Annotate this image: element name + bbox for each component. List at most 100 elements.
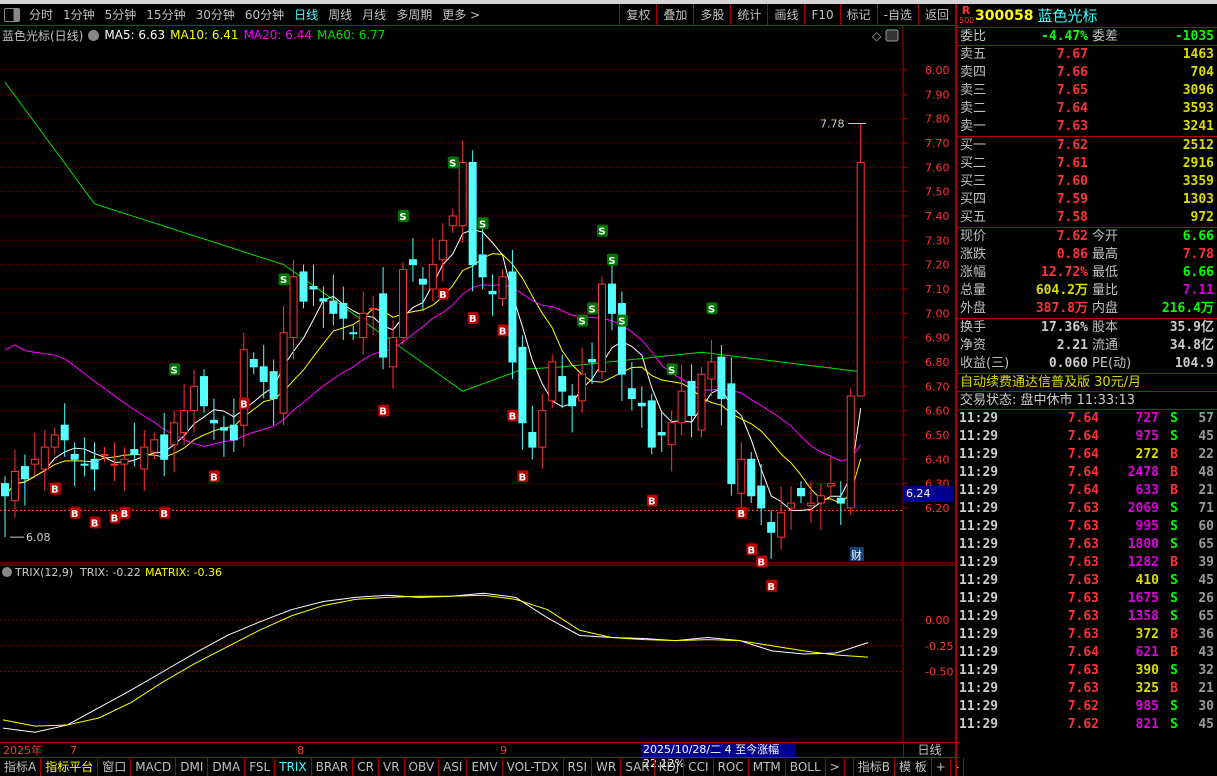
candle-body: [826, 483, 835, 487]
trade-row: 11:29 7.63 1800 S 65: [957, 536, 1217, 554]
diamond-icon: ◇: [872, 29, 882, 43]
candle-body: [568, 395, 577, 407]
indicator-tab[interactable]: RSI: [564, 758, 593, 776]
trade-row: 11:29 7.64 621 B 43: [957, 644, 1217, 662]
order-price: 7.66: [1056, 65, 1088, 80]
order-row: 买四 7.59 1303: [957, 191, 1217, 209]
signal-letter: B: [379, 407, 387, 418]
trade-count: 60: [1198, 519, 1214, 534]
indicator-tab[interactable]: WR: [592, 758, 622, 776]
period-tab[interactable]: 更多 >: [437, 6, 485, 23]
signal-letter: S: [399, 212, 406, 223]
sell-signal-marker: S: [169, 363, 181, 376]
candle-body: [548, 361, 557, 402]
stat-value: 6.66: [1182, 229, 1214, 244]
period-tab[interactable]: 周线: [323, 6, 357, 23]
order-label: 卖四: [960, 65, 987, 80]
panel-toggle-icon[interactable]: [4, 7, 20, 22]
indicator-tab[interactable]: VOL-TDX: [503, 758, 564, 776]
weibi-label: 委比: [960, 29, 987, 44]
period-tab[interactable]: 日线: [289, 6, 323, 23]
signal-letter: B: [757, 557, 765, 568]
indicator-tab[interactable]: BOLL: [786, 758, 826, 776]
period-tab[interactable]: 多周期: [391, 6, 437, 23]
toolbar-button[interactable]: -自选: [876, 4, 918, 26]
period-tab[interactable]: 30分钟: [191, 6, 240, 23]
candle: [498, 269, 507, 307]
indicator-tab[interactable]: 指标平台: [41, 758, 99, 776]
indicator-tab[interactable]: OBV: [405, 758, 440, 776]
candle-body: [687, 380, 696, 416]
period-tab[interactable]: 15分钟: [141, 6, 190, 23]
toolbar-button[interactable]: 返回: [917, 4, 955, 26]
indicator-tab[interactable]: CCI: [684, 758, 714, 776]
indicator-tab[interactable]: [845, 758, 854, 776]
high-price-label: 7.78: [820, 118, 845, 131]
indicator-tab[interactable]: BRAR: [312, 758, 354, 776]
indicator-tab[interactable]: ASI: [439, 758, 468, 776]
order-label: 卖一: [960, 119, 987, 134]
order-row: 卖五 7.67 1463: [957, 46, 1217, 64]
candle-body: [647, 400, 656, 448]
order-volume: 3096: [1182, 83, 1214, 98]
indicator-tab[interactable]: FSL: [245, 758, 276, 776]
trade-time: 11:29: [959, 681, 999, 696]
candle-body: [767, 522, 776, 533]
candle-body: [349, 332, 358, 335]
indicator-tab[interactable]: MACD: [131, 758, 177, 776]
ad-banner[interactable]: 自动续费通达信普及版 30元/月: [957, 374, 1217, 392]
candle-body: [697, 373, 706, 431]
toolbar-button[interactable]: 多股: [693, 4, 730, 26]
sell-signal-marker: S: [606, 253, 618, 267]
candle-body: [399, 269, 407, 339]
toolbar-button[interactable]: 统计: [730, 4, 767, 26]
toolbar-button[interactable]: F10: [804, 4, 839, 26]
trade-price: 7.63: [1067, 537, 1099, 552]
indicator-tab[interactable]: 指标B: [854, 758, 895, 776]
indicator-tab[interactable]: CR: [353, 758, 379, 776]
indicator-tab[interactable]: ROC: [714, 758, 749, 776]
stat-label: 今开: [1092, 229, 1119, 244]
trade-volume: 410: [1135, 573, 1159, 588]
buy-signal-marker: B: [109, 511, 121, 525]
order-row: 买三 7.60 3359: [957, 173, 1217, 191]
fund-label: 收益(三): [960, 356, 1010, 371]
indicator-tab[interactable]: 窗口: [98, 758, 132, 776]
order-price: 7.58: [1056, 210, 1088, 225]
kline-chart[interactable]: 8.00 7.90 7.80 7.70 7.60 7.50 7.40 7.30 7.20 7.10…: [0, 26, 955, 742]
period-tab[interactable]: 5分钟: [100, 6, 142, 23]
candle-body: [70, 453, 79, 460]
candle-body: [10, 470, 19, 502]
indicator-tab[interactable]: DMI: [176, 758, 209, 776]
order-price: 7.64: [1056, 101, 1088, 116]
toolbar-button[interactable]: 复权: [619, 4, 656, 26]
indicator-tab[interactable]: TRIX: [275, 758, 312, 776]
candle: [140, 430, 149, 491]
indicator-tab[interactable]: MTM: [749, 758, 786, 776]
indicator-tab[interactable]: 模 板: [895, 758, 932, 776]
candle: [816, 483, 825, 530]
trade-price: 7.64: [1067, 645, 1099, 660]
toolbar-button[interactable]: 叠加: [656, 4, 693, 26]
period-tab[interactable]: 分时: [24, 6, 58, 23]
toolbar-button[interactable]: 标记: [839, 4, 877, 26]
signal-letter: B: [160, 509, 168, 520]
indicator-tab[interactable]: DMA: [208, 758, 246, 776]
indicator-tab[interactable]: EMV: [467, 758, 503, 776]
indicator-tab[interactable]: SAR: [621, 758, 655, 776]
sell-signal-marker: S: [597, 224, 608, 238]
period-tab[interactable]: 1分钟: [58, 6, 100, 23]
indicator-tab[interactable]: +: [932, 758, 951, 776]
indicator-tab[interactable]: KDJ: [655, 758, 685, 776]
period-tab[interactable]: 60分钟: [240, 6, 289, 23]
stat-value: 7.11: [1182, 283, 1214, 298]
indicator-tab[interactable]: 指标A: [0, 758, 42, 776]
toolbar-button[interactable]: 画线: [767, 4, 804, 26]
tick-trades[interactable]: 11:29 7.64 727 S 57 11:29 7.64 975 S 45 11:29 7.64 2…: [957, 410, 1217, 734]
indicator-tab[interactable]: >: [826, 758, 845, 776]
candle: [717, 344, 726, 426]
period-tab[interactable]: 月线: [357, 6, 391, 23]
fund-label: 净资: [960, 338, 987, 353]
indicator-tab[interactable]: VR: [379, 758, 405, 776]
candle: [787, 486, 796, 530]
